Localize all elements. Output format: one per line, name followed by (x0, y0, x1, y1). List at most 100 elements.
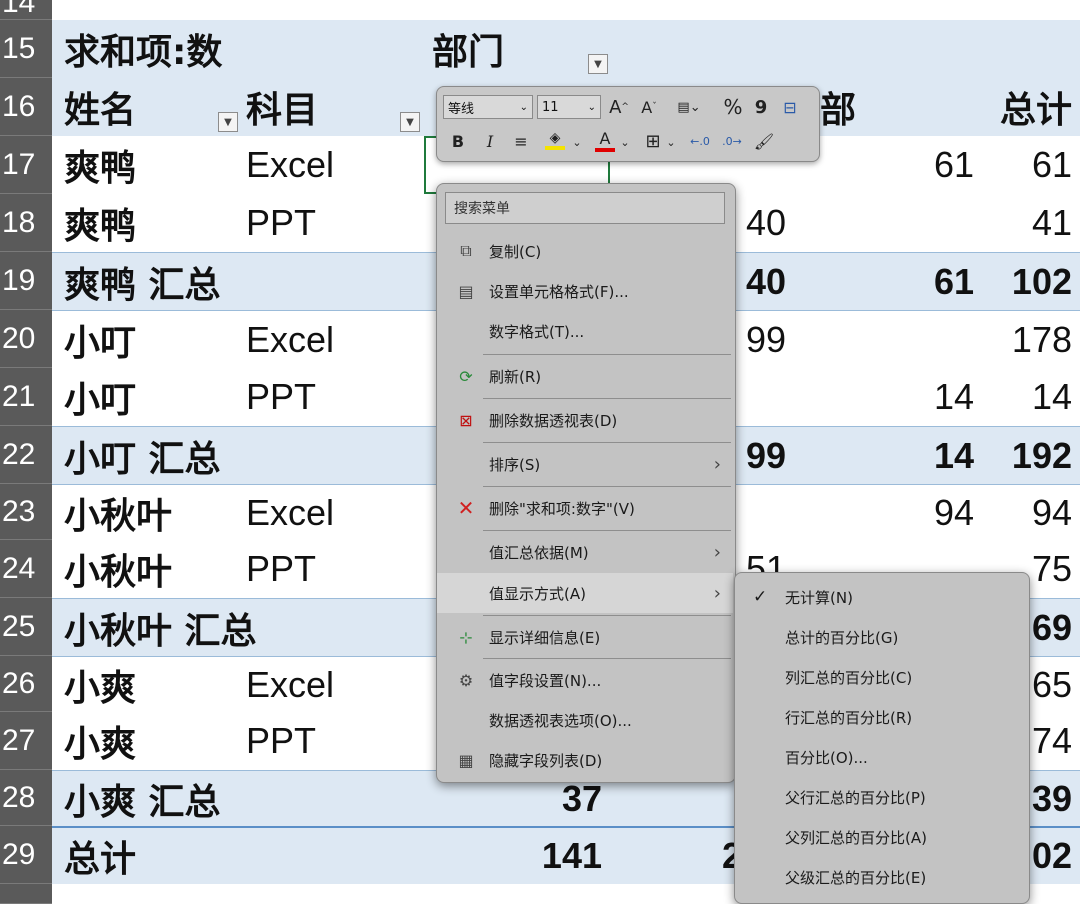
cell-name[interactable]: 爽鸭 (64, 194, 136, 252)
menu-item-delete-pivot[interactable]: ⊠ 删除数据透视表(D) (437, 401, 733, 439)
cell-subtotal-label[interactable]: 小爽 汇总 (64, 771, 221, 826)
cell-subject[interactable]: PPT (246, 712, 316, 770)
cell-total[interactable]: 178 (972, 311, 1072, 368)
name-filter-dropdown[interactable]: ▼ (218, 112, 238, 132)
cell-dept-value[interactable]: 40 (746, 253, 786, 310)
cell-dept-value[interactable]: 61 (872, 253, 974, 310)
cell-name[interactable]: 小爽 (64, 712, 136, 770)
font-size-combo[interactable]: 11 ⌄ (537, 95, 601, 119)
cell-dept-value[interactable]: 14 (872, 368, 974, 426)
cell-grand-total-label[interactable]: 总计 (64, 828, 136, 884)
cell-subject[interactable]: PPT (246, 540, 316, 598)
row-header-28[interactable]: 28 (0, 770, 52, 826)
menu-item-summarize-by[interactable]: 值汇总依据(M) › (437, 533, 733, 571)
comma-style-button[interactable]: 9 (751, 95, 771, 119)
cell-subtotal-label[interactable]: 爽鸭 汇总 (64, 253, 221, 310)
cell-name[interactable]: 小秋叶 (64, 540, 172, 598)
row-header-26[interactable]: 26 (0, 656, 52, 712)
cell-name[interactable]: 小爽 (64, 657, 136, 712)
font-name-combo[interactable]: 等线 ⌄ (443, 95, 533, 119)
menu-item-delete-field[interactable]: ✕ 删除"求和项:数字"(V) (437, 489, 733, 527)
cell-subject[interactable]: PPT (246, 194, 316, 252)
increase-decimal-icon[interactable]: ←.0 (687, 129, 713, 153)
cell-dept-value[interactable]: 94 (872, 485, 974, 540)
row-header-15[interactable]: 15 (0, 20, 52, 78)
row-header-19[interactable]: 19 (0, 252, 52, 310)
row-header-17[interactable]: 17 (0, 136, 52, 194)
increase-font-size-button[interactable]: A ^ (607, 95, 631, 119)
row-header-18[interactable]: 18 (0, 194, 52, 252)
cell-total[interactable]: 94 (972, 485, 1072, 540)
submenu-item-percent-row-total[interactable]: 行汇总的百分比(R) (735, 697, 1027, 737)
cell-subject[interactable]: PPT (246, 368, 316, 426)
cell-total[interactable]: 61 (972, 136, 1072, 194)
cell-subtotal-label[interactable]: 小叮 汇总 (64, 427, 221, 484)
menu-item-pivot-options[interactable]: 数据透视表选项(O)... (437, 701, 733, 739)
cell-total[interactable]: 41 (972, 194, 1072, 252)
submenu-item-percent-column-total[interactable]: 列汇总的百分比(C) (735, 657, 1027, 697)
row-header-24[interactable]: 24 (0, 540, 52, 598)
menu-item-value-field-settings[interactable]: ⚙ 值字段设置(N)... (437, 661, 733, 699)
cell-total[interactable]: 192 (972, 427, 1072, 484)
italic-button[interactable]: I (479, 129, 501, 153)
chevron-down-icon[interactable]: ⌄ (665, 131, 677, 153)
cell-subject[interactable]: Excel (246, 311, 334, 368)
submenu-item-no-calculation[interactable]: ✓ 无计算(N) (735, 577, 1027, 617)
cell-dept-value[interactable]: 40 (746, 194, 786, 252)
menu-item-hide-field-list[interactable]: ▦ 隐藏字段列表(D) (437, 741, 733, 779)
row-header-23[interactable]: 23 (0, 484, 52, 540)
chevron-down-icon[interactable]: ⌄ (619, 131, 631, 153)
cell-dept-col[interactable]: 部 (820, 78, 856, 136)
department-filter-dropdown[interactable]: ▼ (588, 54, 608, 74)
cell-department-header[interactable]: 部门 (432, 20, 504, 78)
row-header-16[interactable]: 16 (0, 78, 52, 136)
cell-name[interactable]: 爽鸭 (64, 136, 136, 194)
row-header-27[interactable]: 27 (0, 712, 52, 770)
row-header-29[interactable]: 29 (0, 826, 52, 884)
font-color-button[interactable]: A (593, 127, 617, 153)
cell-dept-value[interactable]: 61 (872, 136, 974, 194)
format-table-icon[interactable]: ⊟ (777, 95, 803, 119)
row-header-22[interactable]: 22 (0, 426, 52, 484)
borders-icon[interactable]: ⊞ (641, 129, 665, 153)
cell-value-field[interactable]: 求和项:数 (64, 20, 244, 78)
subject-filter-dropdown[interactable]: ▼ (400, 112, 420, 132)
cell-total-header[interactable]: 总计 (952, 78, 1072, 136)
format-painter-icon[interactable]: 🖌︎ (751, 129, 777, 153)
menu-item-format-cells[interactable]: ▤ 设置单元格格式(F)... (437, 272, 733, 310)
menu-item-number-format[interactable]: 数字格式(T)... (437, 312, 733, 350)
cell-name-header[interactable]: 姓名 (64, 78, 136, 136)
submenu-item-percent-grand-total[interactable]: 总计的百分比(G) (735, 617, 1027, 657)
decrease-decimal-icon[interactable]: .0→ (719, 129, 745, 153)
bold-button[interactable]: B (447, 129, 469, 153)
cell-subject-header[interactable]: 科目 (246, 78, 318, 136)
cell-subject[interactable]: Excel (246, 657, 334, 712)
menu-item-show-values-as[interactable]: 值显示方式(A) › (437, 573, 733, 613)
accounting-format-icon[interactable]: ▤⌄ (669, 95, 709, 119)
submenu-item-percent-parent-row[interactable]: 父行汇总的百分比(P) (735, 777, 1027, 817)
chevron-down-icon[interactable]: ⌄ (571, 131, 583, 153)
cell-subject[interactable]: Excel (246, 136, 334, 194)
submenu-item-percent-parent-column[interactable]: 父列汇总的百分比(A) (735, 817, 1027, 857)
row-header-21[interactable]: 21 (0, 368, 52, 426)
cell-subtotal-label[interactable]: 小秋叶 汇总 (64, 599, 257, 656)
row-header-14[interactable]: 14 (0, 0, 52, 20)
menu-item-sort[interactable]: 排序(S) › (437, 445, 733, 483)
cell-dept-value[interactable]: 99 (746, 311, 786, 368)
row-header-20[interactable]: 20 (0, 310, 52, 368)
cell-name[interactable]: 小叮 (64, 368, 136, 426)
cell-dept-value[interactable]: 14 (872, 427, 974, 484)
cell-dept-value[interactable]: 141 (502, 828, 602, 884)
cell-name[interactable]: 小叮 (64, 311, 136, 368)
cell-dept-value[interactable]: 99 (746, 427, 786, 484)
cell-total[interactable]: 14 (972, 368, 1072, 426)
submenu-item-percent-parent[interactable]: 父级汇总的百分比(E) (735, 857, 1027, 897)
cell-subject[interactable]: Excel (246, 485, 334, 540)
menu-item-refresh[interactable]: ⟳ 刷新(R) (437, 357, 733, 395)
cell-name[interactable]: 小秋叶 (64, 485, 172, 540)
row-header-30[interactable] (0, 884, 52, 904)
align-center-icon[interactable]: ≡ (509, 129, 533, 153)
menu-item-show-details[interactable]: ⊹ 显示详细信息(E) (437, 618, 733, 656)
fill-color-icon[interactable]: ◈ (541, 127, 569, 153)
decrease-font-size-button[interactable]: Aˇ (637, 95, 661, 119)
